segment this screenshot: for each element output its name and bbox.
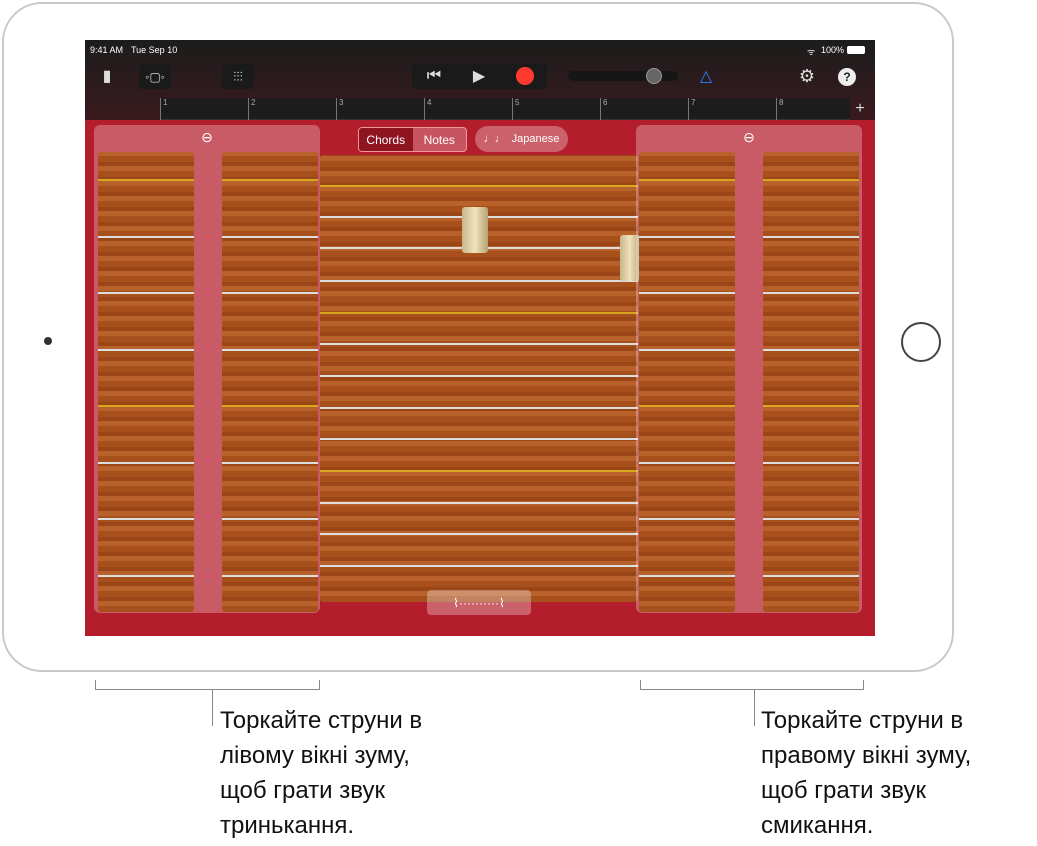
koto-string[interactable] [320,470,638,472]
koto-string[interactable] [320,438,638,440]
zoom-string[interactable] [222,462,318,464]
zoom-string[interactable] [222,575,318,577]
zoom-string[interactable] [639,292,735,294]
zoom-string[interactable] [222,518,318,520]
zoom-string[interactable] [763,349,859,351]
zoom-string[interactable] [639,236,735,238]
glissando-button[interactable]: ⌇··········⌇ [427,590,531,615]
notes-icon: ♩♩ [483,133,506,145]
left-zoom-strings-a[interactable] [98,152,194,612]
notes-tab[interactable]: Notes [412,128,466,151]
zoom-string[interactable] [98,349,194,351]
ruler-bar-label: 4 [424,98,431,120]
status-date: Tue Sep 10 [131,45,178,55]
right-zoom-strings-a[interactable] [639,152,735,612]
zoom-string[interactable] [639,405,735,407]
zoom-string[interactable] [763,462,859,464]
ruler-bar-label: 5 [512,98,519,120]
zoom-string[interactable] [639,518,735,520]
record-icon [516,67,534,85]
right-callout-line [754,690,755,726]
zoom-string[interactable] [98,462,194,464]
mixer-icon[interactable]: ⫶⫶⫶ [222,64,254,89]
koto-string[interactable] [320,343,638,345]
document-icon[interactable]: ▮ [97,65,117,87]
left-callout-line [212,690,213,726]
zoom-out-icon[interactable]: ⊖ [636,129,862,146]
battery-percent: 100% [821,45,845,55]
left-callout-text: Торкайте струни в лівому вікні зуму, щоб… [220,707,423,839]
zoom-string[interactable] [98,575,194,577]
zoom-string[interactable] [98,292,194,294]
koto-bridge [462,207,488,253]
zoom-string[interactable] [763,405,859,407]
koto-string[interactable] [320,533,638,535]
wifi-icon: ᯤ [807,47,816,57]
koto-string[interactable] [320,280,638,282]
zoom-string[interactable] [222,179,318,181]
koto-string[interactable] [320,502,638,504]
ruler-bar-label: 1 [160,98,167,120]
koto-string[interactable] [320,375,638,377]
ruler-bar-label: 6 [600,98,607,120]
metronome-icon[interactable]: △ [695,64,717,88]
zoom-string[interactable] [222,236,318,238]
home-button[interactable] [901,322,941,362]
zoom-string[interactable] [763,292,859,294]
left-callout-bracket [95,680,320,690]
record-button[interactable] [505,63,545,89]
zoom-string[interactable] [222,292,318,294]
zoom-string[interactable] [639,349,735,351]
zoom-string[interactable] [763,236,859,238]
zoom-string[interactable] [222,349,318,351]
ruler-bar-label: 8 [776,98,783,120]
settings-icon[interactable]: ⚙ [795,64,819,88]
zoom-string[interactable] [222,405,318,407]
ruler-bar-label: 7 [688,98,695,120]
volume-slider[interactable] [568,68,678,84]
koto-string[interactable] [320,407,638,409]
right-zoom-strings-b[interactable] [763,152,859,612]
scale-label: Japanese [511,133,560,145]
chords-tab[interactable]: Chords [359,128,413,151]
zoom-out-icon[interactable]: ⊖ [94,129,320,146]
zoom-string[interactable] [763,518,859,520]
rewind-icon[interactable]: ⏮ [415,63,453,89]
play-icon[interactable]: ▶ [460,63,498,89]
zoom-string[interactable] [763,179,859,181]
zoom-string[interactable] [639,462,735,464]
volume-knob[interactable] [646,68,662,84]
ruler-bar-label: 3 [336,98,343,120]
zoom-string[interactable] [763,575,859,577]
status-time: 9:41 AM [90,45,124,55]
zoom-string[interactable] [98,179,194,181]
timeline-ruler[interactable]: 1 2 3 4 5 6 7 8 [160,98,850,120]
left-zoom-strings-b[interactable] [222,152,318,612]
zoom-string[interactable] [639,575,735,577]
ruler-bar-label: 2 [248,98,255,120]
koto-string[interactable] [320,312,638,314]
zoom-string[interactable] [98,518,194,520]
zoom-string[interactable] [639,179,735,181]
koto-string[interactable] [320,185,638,187]
top-bar: 9:41 AM Tue Sep 10 ᯤ 100% ▮ ◦▢◦ ⫶⫶⫶ ⏮ ▶ … [85,40,875,120]
tracks-view-icon[interactable]: ◦▢◦ [139,64,171,89]
add-section-button[interactable]: + [850,98,870,120]
garageband-screen: 9:41 AM Tue Sep 10 ᯤ 100% ▮ ◦▢◦ ⫶⫶⫶ ⏮ ▶ … [85,40,875,636]
scale-button[interactable]: ♩♩ Japanese [475,126,568,152]
zoom-string[interactable] [98,236,194,238]
koto-string[interactable] [320,565,638,567]
right-callout-text: Торкайте струни в правому вікні зуму, що… [761,707,972,839]
right-callout-bracket [640,680,864,690]
chords-notes-toggle: Chords Notes [358,127,467,152]
help-icon[interactable]: ? [838,68,856,86]
zoom-string[interactable] [98,405,194,407]
battery-icon [847,46,865,54]
camera [44,337,52,345]
